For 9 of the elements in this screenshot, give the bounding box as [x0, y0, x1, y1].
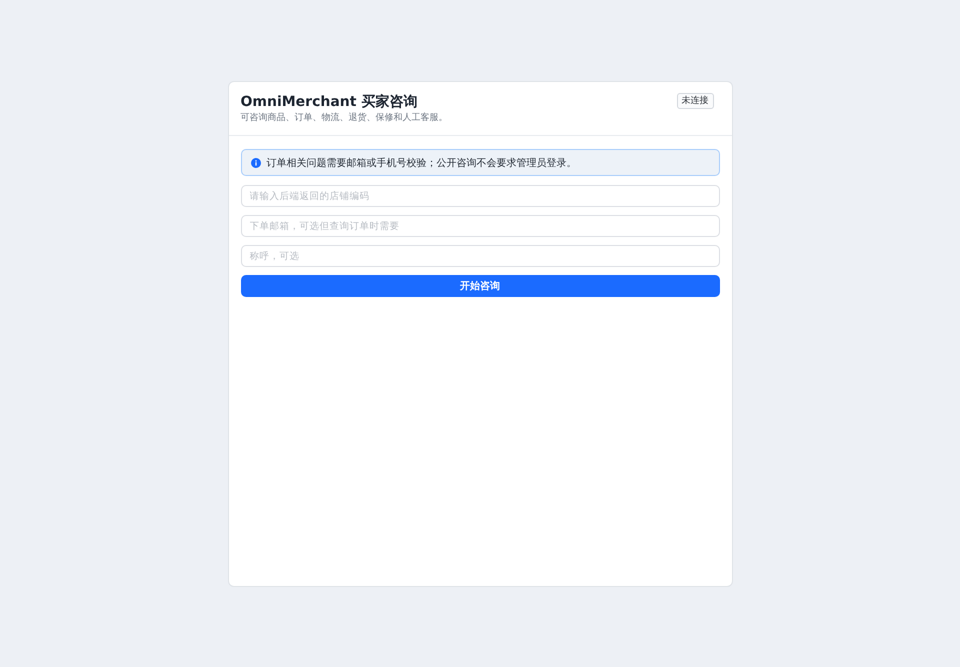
notice-text: 订单相关问题需要邮箱或手机号校验；公开咨询不会要求管理员登录。 — [266, 156, 576, 170]
start-chat-button[interactable]: 开始咨询 — [240, 275, 720, 297]
input-field[interactable]: 称呼，可选 — [240, 245, 720, 267]
page-subtitle: 可咨询商品、订单、物流、退货、保修和人工客服。 — [240, 112, 448, 125]
page-title: OmniMerchant 买家咨询 — [240, 93, 418, 111]
info-icon — [250, 158, 260, 168]
input-field[interactable]: 下单邮箱，可选但查询订单时需要 — [240, 215, 720, 237]
connection-status-badge: 未连接 — [676, 93, 714, 109]
input-field[interactable]: 请输入后端返回的店铺编码 — [240, 185, 720, 207]
